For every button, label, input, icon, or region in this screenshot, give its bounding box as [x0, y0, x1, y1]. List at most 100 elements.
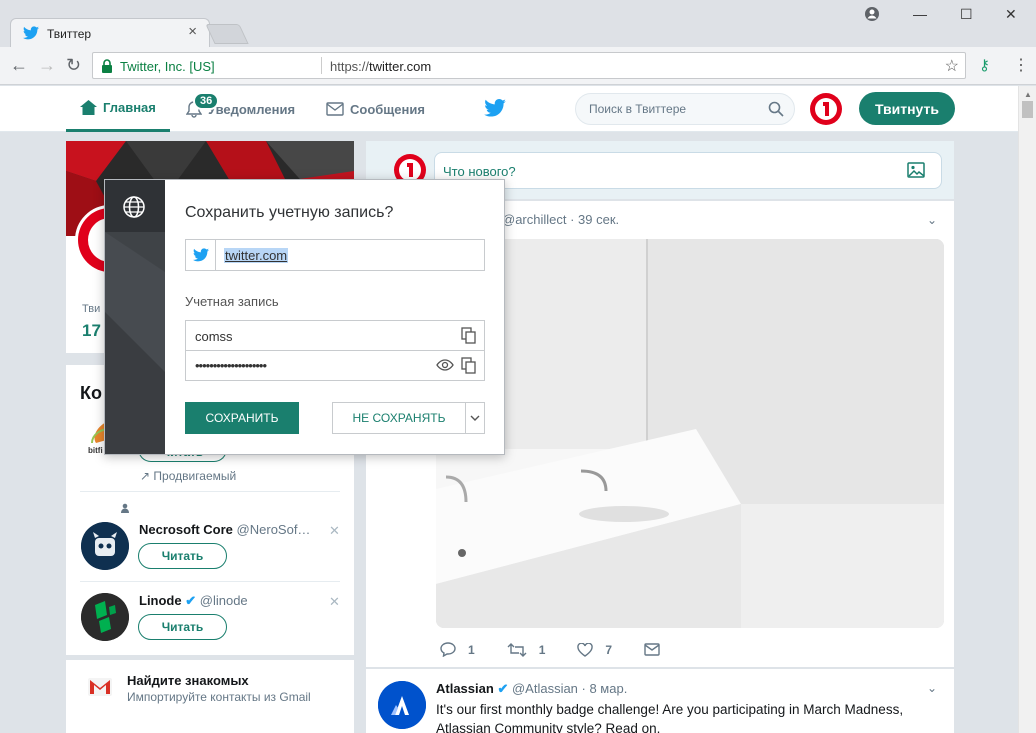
username-field[interactable]: comss [185, 320, 485, 351]
browser-menu-icon[interactable]: ⋮ [1013, 55, 1029, 75]
gmail-icon [88, 678, 112, 696]
reply-icon [440, 642, 456, 657]
search-placeholder: Поиск в Твиттере [589, 102, 687, 116]
twitter-bird-icon [192, 248, 209, 262]
nav-home[interactable]: Главная [66, 86, 170, 132]
profile-tweets-count[interactable]: 17 [82, 321, 101, 341]
account-label: Учетная запись [185, 294, 279, 309]
browser-profile-icon[interactable] [864, 6, 880, 22]
tweet-button[interactable]: Твитнуть [859, 92, 955, 125]
tab-title: Твиттер [47, 27, 92, 41]
reply-action[interactable]: 1 [440, 642, 475, 657]
tweet-card[interactable]: Atlassian ✔ @Atlassian · 8 мар. ⌄ It's o… [366, 669, 954, 733]
tweet-author[interactable]: Atlassian ✔ @Atlassian · 8 мар. [436, 681, 627, 697]
nav-messages[interactable]: Сообщения [326, 86, 425, 132]
chevron-down-icon[interactable]: ⌄ [927, 213, 937, 227]
find-friends-subtitle[interactable]: Импортируйте контакты из Gmail [127, 690, 311, 704]
tweet-handle-time[interactable]: @archillect · 39 сек. [502, 212, 619, 227]
compose-input[interactable]: Что нового? [434, 152, 942, 189]
username-value: comss [195, 329, 233, 344]
add-image-icon[interactable] [907, 162, 925, 178]
find-friends-title: Найдите знакомых [127, 673, 249, 688]
divider [80, 491, 340, 492]
chevron-down-icon [470, 415, 480, 421]
copy-icon[interactable] [461, 327, 476, 344]
dismiss-suggestion-icon[interactable]: ✕ [329, 523, 340, 539]
home-icon [80, 100, 97, 115]
verified-badge-icon: ✔ [185, 593, 197, 608]
envelope-icon [644, 643, 660, 656]
bookmark-star-icon[interactable]: ☆ [945, 56, 959, 76]
tweet-image[interactable] [436, 239, 944, 628]
dismiss-suggestion-icon[interactable]: ✕ [329, 594, 340, 610]
maximize-button[interactable]: ☐ [960, 6, 973, 23]
promoted-arrow-icon: ↗ [140, 469, 151, 483]
dialog-sidebar [105, 180, 165, 454]
who-to-follow-title: Ко [80, 383, 102, 403]
browser-titlebar: Твиттер × — ☐ ✕ [0, 0, 1036, 47]
twitter-bird-icon [23, 26, 39, 40]
heart-icon [577, 642, 594, 657]
necrosoft-avatar[interactable] [81, 522, 129, 570]
twitter-logo-icon[interactable] [484, 99, 506, 117]
chevron-down-icon[interactable]: ⌄ [927, 681, 937, 695]
site-identity: Twitter, Inc. [US] [120, 59, 215, 74]
nav-messages-label: Сообщения [350, 101, 425, 117]
site-favicon [186, 240, 216, 270]
site-field[interactable]: twitter.com [185, 239, 485, 271]
dont-save-dropdown[interactable] [465, 402, 485, 434]
address-bar[interactable]: Twitter, Inc. [US] https://twitter.com ☆ [92, 52, 966, 79]
retweet-icon [507, 642, 527, 657]
copy-icon[interactable] [461, 357, 476, 374]
suggestion-name[interactable]: Linode ✔ @linode [139, 593, 248, 609]
notification-count-badge: 36 [193, 92, 220, 110]
suggestion-name[interactable]: Necrosoft Core @NeroSof… [139, 522, 310, 537]
verified-badge-icon: ✔ [497, 681, 509, 696]
find-friends-card[interactable]: Найдите знакомых Импортируйте контакты и… [66, 660, 354, 733]
sidebar-pattern [105, 232, 165, 454]
envelope-icon [326, 102, 344, 116]
search-icon[interactable] [768, 101, 784, 117]
save-button[interactable]: СОХРАНИТЬ [185, 402, 299, 434]
password-value: •••••••••••••••••••• [195, 358, 267, 373]
atlassian-avatar[interactable] [378, 681, 426, 729]
scrollbar-thumb[interactable] [1022, 101, 1033, 118]
url-text: https://twitter.com [330, 59, 432, 74]
search-input[interactable]: Поиск в Твиттере [575, 93, 795, 125]
close-window-button[interactable]: ✕ [1005, 6, 1017, 23]
minimize-button[interactable]: — [913, 6, 927, 22]
divider [80, 581, 340, 582]
globe-icon [123, 196, 145, 218]
browser-toolbar: ← → ↻ Twitter, Inc. [US] https://twitter… [0, 47, 1036, 85]
address-separator [321, 57, 322, 74]
twitter-header: Главная Уведомления 36 Сообщения Поиск в… [0, 86, 1018, 132]
promoted-label: ↗ Продвигаемый [140, 469, 237, 483]
save-password-dialog: Сохранить учетную запись? twitter.com Уч… [104, 179, 505, 455]
scroll-up-arrow-icon[interactable]: ▲ [1024, 90, 1032, 99]
profile-tweets-label: Тви [82, 303, 101, 315]
user-avatar[interactable] [810, 93, 842, 125]
direct-message-action[interactable] [644, 643, 672, 656]
like-action[interactable]: 7 [577, 642, 612, 657]
browser-tab[interactable]: Твиттер × [10, 18, 210, 47]
password-field[interactable]: •••••••••••••••••••• [185, 350, 485, 381]
eye-icon[interactable] [436, 359, 454, 371]
compose-placeholder: Что нового? [443, 164, 516, 179]
dont-save-button[interactable]: НЕ СОХРАНЯТЬ [332, 402, 466, 434]
forward-arrow-icon[interactable]: → [38, 55, 56, 76]
site-value[interactable]: twitter.com [224, 248, 289, 263]
reload-icon[interactable]: ↻ [66, 55, 81, 76]
person-icon [121, 503, 129, 513]
back-arrow-icon[interactable]: ← [10, 55, 28, 76]
tab-close-icon[interactable]: × [188, 23, 197, 40]
linode-avatar[interactable] [81, 593, 129, 641]
page-scrollbar[interactable]: ▲ [1018, 86, 1036, 733]
retweet-action[interactable]: 1 [507, 642, 545, 657]
lock-icon [102, 59, 112, 73]
nav-home-label: Главная [103, 100, 156, 115]
password-extension-key-icon[interactable]: ⚷ [979, 56, 990, 74]
dialog-title: Сохранить учетную запись? [185, 204, 394, 221]
follow-button[interactable]: Читать [138, 614, 227, 640]
new-tab-button[interactable] [205, 24, 249, 44]
follow-button[interactable]: Читать [138, 543, 227, 569]
